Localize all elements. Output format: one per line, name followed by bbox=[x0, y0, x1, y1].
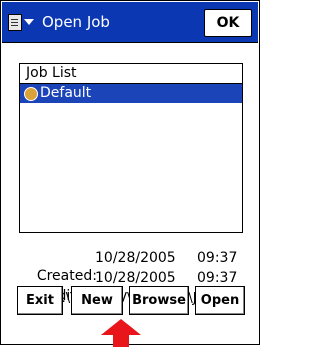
list-item-label: Default bbox=[40, 85, 92, 101]
document-icon bbox=[8, 13, 22, 31]
new-button[interactable]: New bbox=[71, 286, 123, 315]
created-date: 10/28/2005 bbox=[95, 250, 176, 266]
chevron-down-icon bbox=[24, 19, 34, 25]
job-icon bbox=[24, 86, 38, 101]
modified-date: 10/28/2005 bbox=[95, 270, 176, 286]
open-job-window: Open Job OK Job List Default Created: 10… bbox=[0, 0, 260, 347]
ok-button[interactable]: OK bbox=[204, 9, 252, 37]
list-item[interactable]: Default bbox=[20, 84, 242, 103]
modified-time: 09:37 bbox=[197, 270, 238, 286]
exit-button[interactable]: Exit bbox=[17, 286, 63, 315]
window-title: Open Job bbox=[42, 13, 110, 31]
title-bar: Open Job OK bbox=[2, 2, 258, 43]
job-list[interactable]: Job List Default bbox=[19, 63, 243, 233]
arrow-up-icon bbox=[101, 319, 141, 347]
created-time: 09:37 bbox=[197, 250, 238, 266]
window-menu-button[interactable] bbox=[8, 10, 36, 34]
job-list-header: Job List bbox=[20, 64, 242, 84]
open-button[interactable]: Open bbox=[195, 286, 245, 315]
browse-button[interactable]: Browse bbox=[129, 286, 189, 315]
